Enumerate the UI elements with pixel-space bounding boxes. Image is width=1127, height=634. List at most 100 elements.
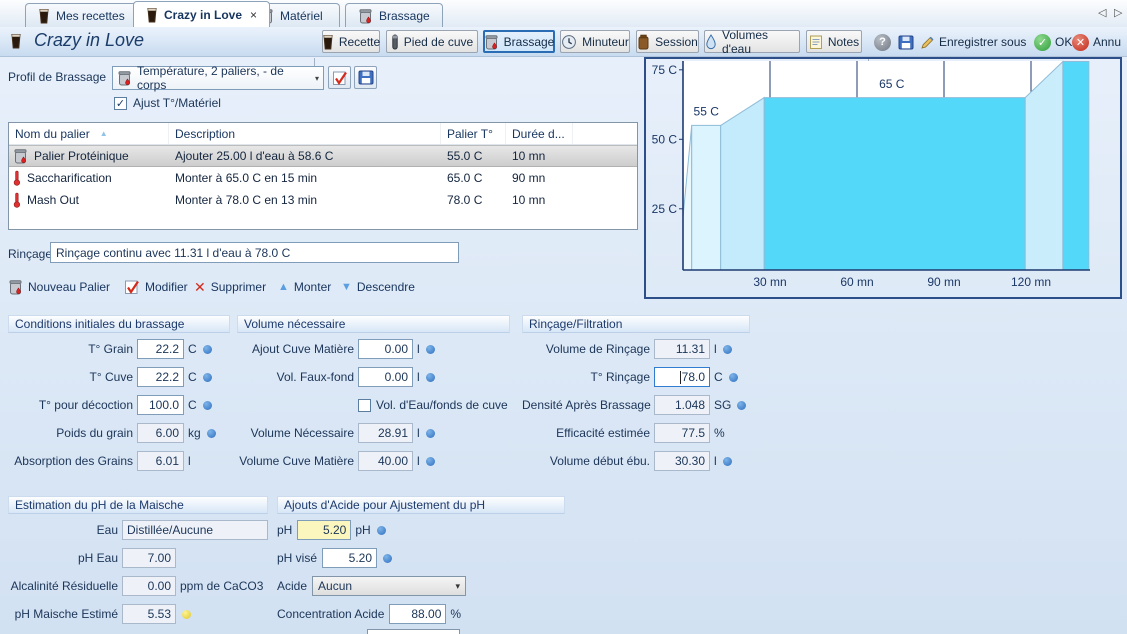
field-label: T° Rinçage <box>522 370 650 384</box>
checkbox-label: Vol. d'Eau/fonds de cuve <box>376 398 508 412</box>
tab-scroll-left-icon[interactable]: ◁ <box>1098 6 1106 19</box>
concentration-acide-field[interactable]: 88.00 <box>389 604 446 624</box>
up-arrow-icon: ▲ <box>278 281 289 293</box>
selected-value: Aucun <box>318 579 352 593</box>
field-efficacit-estim-e: Efficacité estimée 77.5 % <box>522 423 750 443</box>
down-arrow-icon: ▼ <box>341 281 352 293</box>
field-concentration-acide: Concentration Acide 88.00 % <box>277 604 565 624</box>
toolbar-button-notes[interactable]: Notes <box>806 30 862 53</box>
table-row[interactable]: Palier Protéinique Ajouter 25.00 l d'eau… <box>9 145 637 167</box>
tab-label: Crazy in Love <box>164 8 242 22</box>
acide-select[interactable]: Aucun ▾ <box>312 576 466 596</box>
field-ph: pH 5.20 pH <box>277 520 565 540</box>
table-header-row: Nom du palier▲ Description Palier T° Dur… <box>9 123 637 145</box>
toolbar-button-session[interactable]: Session <box>636 30 699 53</box>
profile-label: Profil de Brassage <box>8 70 106 84</box>
column-header-duree[interactable]: Durée d... <box>506 123 573 144</box>
tab-crazy-in-love[interactable]: Crazy in Love × <box>133 1 270 27</box>
ajout-cuve-mati-re-field[interactable]: 0.00 <box>358 339 413 359</box>
blue-dot-icon <box>203 373 212 382</box>
field-label: Efficacité estimée <box>522 426 650 440</box>
vol-d-eau-fonds-de-cuve-checkbox[interactable] <box>358 399 371 412</box>
rincage-value: Rinçage continu avec 11.31 l d'eau à 78.… <box>56 246 290 260</box>
action-label: Nouveau Palier <box>28 280 110 294</box>
step-temp: 65.0 C <box>441 171 506 185</box>
beer-glass-icon <box>38 8 50 24</box>
column-header-description[interactable]: Description <box>169 123 441 144</box>
brew-profile-select[interactable]: Température, 2 paliers, - de corps ▾ <box>112 66 324 90</box>
action-nouveau-palier[interactable]: Nouveau Palier <box>8 277 110 297</box>
button-label: Pied de cuve <box>404 35 473 49</box>
field-vol-faux-fond: Vol. Faux-fond 0.00 l <box>237 367 510 387</box>
toolbar-link-help[interactable]: ? <box>874 32 894 52</box>
toolbar-link-enregistrer-sous[interactable]: Enregistrer sous <box>920 32 1032 52</box>
field-densit-apr-s-brassage: Densité Après Brassage 1.048 SG <box>522 395 750 415</box>
t-cuve-field[interactable]: 22.2 <box>137 367 184 387</box>
table-row[interactable]: Saccharification Monter à 65.0 C en 15 m… <box>9 167 637 189</box>
step-description: Ajouter 25.00 l d'eau à 58.6 C <box>169 149 441 163</box>
adjust-temp-checkbox-row: ✓ Ajust T°/Matériel <box>114 96 221 110</box>
help-icon[interactable]: ? <box>874 34 891 51</box>
toolbar-button-minuteur[interactable]: Minuteur <box>560 30 630 53</box>
toolbar-button-recette[interactable]: Recette <box>322 30 380 53</box>
blue-dot-icon <box>203 401 212 410</box>
field-label: pH visé <box>277 551 317 565</box>
field-ph-eau: pH Eau 7.00 <box>8 548 268 568</box>
field-t-rin-age: T° Rinçage 78.0 C <box>522 367 750 387</box>
t-pour-d-coction-field[interactable]: 100.0 <box>137 395 184 415</box>
field-value: 0.00 <box>385 370 408 384</box>
toolbar-button-volumes-d-eau[interactable]: Volumes d'eau <box>704 30 800 53</box>
kettle-red-icon <box>484 34 499 50</box>
field-unit: % <box>714 426 725 440</box>
rincage-input[interactable]: Rinçage continu avec 11.31 l d'eau à 78.… <box>50 242 459 263</box>
tab-brassage[interactable]: Brassage <box>345 3 443 27</box>
kettle-red-icon <box>117 70 132 86</box>
toolbar-button-pied-de-cuve[interactable]: Pied de cuve <box>386 30 478 53</box>
svg-text:55 C: 55 C <box>694 105 720 119</box>
t-rin-age-field[interactable]: 78.0 <box>654 367 710 387</box>
action-monter[interactable]: ▲Monter <box>278 277 331 297</box>
field-volume-n-cessaire: Volume Nécessaire 28.91 l <box>237 423 510 443</box>
column-header-palier[interactable]: Palier T° <box>441 123 506 144</box>
adjust-temp-checkbox[interactable]: ✓ <box>114 97 127 110</box>
field-unit: C <box>188 398 197 412</box>
table-row[interactable]: Mash Out Monter à 78.0 C en 13 min 78.0 … <box>9 189 637 211</box>
field-value: 5.53 <box>148 607 171 621</box>
column-header-nom[interactable]: Nom du palier▲ <box>9 123 169 144</box>
toolbar-link-ok[interactable]: ✓OK <box>1034 32 1076 52</box>
ph-vis-field[interactable]: 5.20 <box>322 548 377 568</box>
blue-dot-icon <box>723 457 732 466</box>
toolbar-button-brassage[interactable]: Brassage <box>483 30 555 53</box>
test-tube-icon <box>391 34 399 50</box>
tab-scroll-right-icon[interactable]: ▷ <box>1114 6 1122 19</box>
field-value: 78.0 <box>682 370 705 384</box>
profile-apply-button[interactable] <box>328 66 351 89</box>
field-label: Concentration Acide <box>277 607 384 621</box>
blue-dot-icon <box>426 429 435 438</box>
action-descendre[interactable]: ▼Descendre <box>341 277 415 297</box>
tab-close-icon[interactable]: × <box>250 8 257 22</box>
field-poids-du-grain: Poids du grain 6.00 kg <box>8 423 230 443</box>
rincage-label: Rinçage <box>8 247 52 261</box>
button-label: Session <box>655 35 698 49</box>
tab-bar: ◁ ▷ Mes recettesCrazy in Love×MatérielBr… <box>0 0 1127 27</box>
section-title: Estimation du pH de la Maische <box>8 496 268 514</box>
field-label: Volume Nécessaire <box>237 426 354 440</box>
blue-dot-icon <box>377 526 386 535</box>
action-supprimer[interactable]: ✕Supprimer <box>194 277 266 297</box>
field-label: Ajout Cuve Matière <box>237 342 354 356</box>
partial-input[interactable] <box>367 629 460 634</box>
action-modifier[interactable]: Modifier <box>124 277 188 297</box>
tab-label: Mes recettes <box>56 9 125 23</box>
field-label: pH Eau <box>8 551 118 565</box>
toolbar-link-floppy[interactable] <box>898 32 918 52</box>
field-acide: Acide Aucun ▾ <box>277 576 565 596</box>
profile-save-button[interactable] <box>354 66 377 89</box>
toolbar-link-annu[interactable]: ✕Annu <box>1072 32 1127 52</box>
page-title: Crazy in Love <box>34 30 144 51</box>
field-t-pour-d-coction: T° pour décoction 100.0 C <box>8 395 230 415</box>
vol-faux-fond-field[interactable]: 0.00 <box>358 367 413 387</box>
tab-mes-recettes[interactable]: Mes recettes <box>25 3 138 27</box>
t-grain-field[interactable]: 22.2 <box>137 339 184 359</box>
ph-field[interactable]: 5.20 <box>297 520 351 540</box>
